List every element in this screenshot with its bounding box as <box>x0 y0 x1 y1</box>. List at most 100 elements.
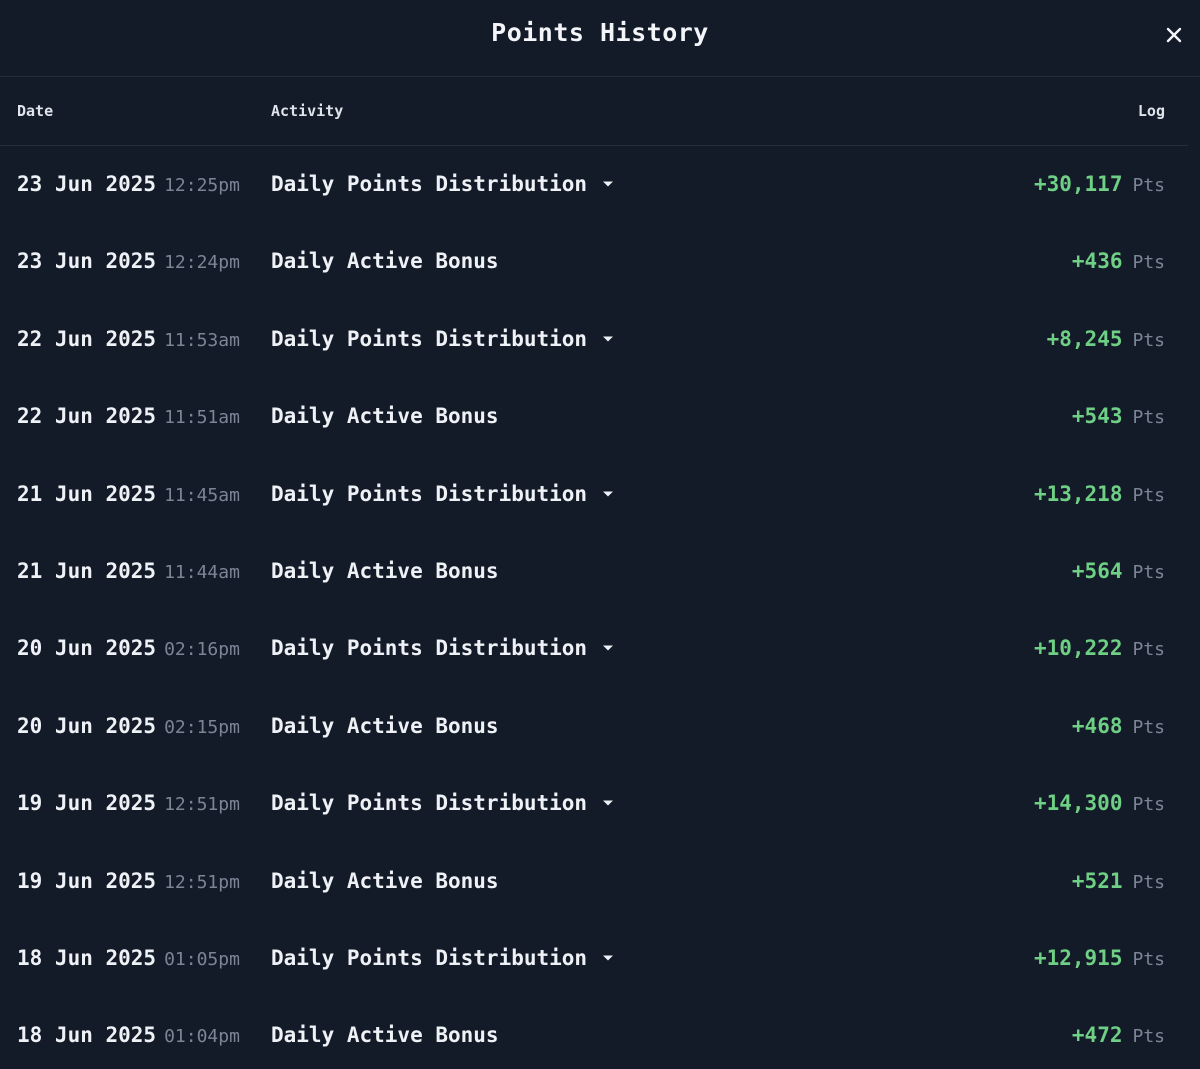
row-time: 12:51pm <box>164 871 240 893</box>
points-unit: Pts <box>1132 407 1165 429</box>
row-activity: Daily Active Bonus <box>271 868 499 893</box>
points-unit: Pts <box>1132 948 1165 970</box>
row-date: 23 Jun 2025 <box>17 172 157 196</box>
log-cell: +12,915 Pts <box>1034 946 1165 970</box>
row-date: 19 Jun 2025 <box>17 791 157 816</box>
points-amount: +14,300 <box>1033 791 1123 816</box>
points-unit: Pts <box>1132 175 1165 196</box>
date-cell: 21 Jun 2025 11:44am <box>17 559 240 583</box>
row-activity: Daily Active Bonus <box>271 713 499 738</box>
table-row[interactable]: 21 Jun 2025 11:45am Daily Points Distribut… <box>0 456 1188 533</box>
column-header-log: Log <box>1137 102 1165 120</box>
log-cell: +543 Pts <box>1072 404 1165 428</box>
points-unit: Pts <box>1132 252 1165 274</box>
log-cell: +521 Pts <box>1072 869 1165 893</box>
points-amount: +12,915 <box>1033 945 1123 970</box>
close-icon[interactable] <box>1160 21 1188 49</box>
activity-cell: Daily Points Distribution <box>271 172 615 196</box>
chevron-down-icon[interactable] <box>601 487 615 501</box>
row-time: 12:25pm <box>164 175 240 196</box>
table-row[interactable]: 19 Jun 2025 12:51pm Daily Points Distribut… <box>0 765 1188 842</box>
row-activity: Daily Points Distribution <box>271 172 588 196</box>
row-activity: Daily Points Distribution <box>271 945 588 970</box>
log-cell: +14,300 Pts <box>1034 791 1165 815</box>
row-date: 19 Jun 2025 <box>17 868 157 893</box>
log-cell: +30,117 Pts <box>1034 172 1165 196</box>
points-amount: +30,117 <box>1033 172 1123 196</box>
table-row[interactable]: 18 Jun 2025 01:05pm Daily Points Distribut… <box>0 920 1188 997</box>
date-cell: 19 Jun 2025 12:51pm <box>17 791 240 815</box>
row-time: 12:51pm <box>164 794 240 816</box>
date-cell: 23 Jun 2025 12:24pm <box>17 249 240 273</box>
row-date: 23 Jun 2025 <box>17 249 157 274</box>
log-cell: +10,222 Pts <box>1034 636 1165 660</box>
points-unit: Pts <box>1132 484 1165 506</box>
activity-cell: Daily Points Distribution <box>271 946 615 970</box>
row-date: 21 Jun 2025 <box>17 558 157 583</box>
chevron-down-icon[interactable] <box>601 796 615 810</box>
table-row: 19 Jun 2025 12:51pm Daily Active Bonus +521… <box>0 843 1188 920</box>
points-unit: Pts <box>1132 561 1165 583</box>
points-unit: Pts <box>1132 794 1165 816</box>
log-cell: +472 Pts <box>1072 1023 1165 1047</box>
date-cell: 20 Jun 2025 02:16pm <box>17 636 240 660</box>
row-date: 20 Jun 2025 <box>17 713 157 738</box>
chevron-down-icon[interactable] <box>601 177 615 191</box>
table-row[interactable]: 20 Jun 2025 02:16pm Daily Points Distribut… <box>0 610 1188 687</box>
points-amount: +13,218 <box>1033 481 1123 506</box>
date-cell: 18 Jun 2025 01:04pm <box>17 1023 240 1047</box>
table-row[interactable]: 22 Jun 2025 11:53am Daily Points Distribut… <box>0 301 1188 378</box>
table-row: 21 Jun 2025 11:44am Daily Active Bonus +564… <box>0 533 1188 610</box>
row-date: 22 Jun 2025 <box>17 404 157 429</box>
points-unit: Pts <box>1132 716 1165 738</box>
activity-cell: Daily Points Distribution <box>271 482 615 506</box>
log-cell: +564 Pts <box>1072 559 1165 583</box>
activity-cell: Daily Active Bonus <box>271 869 499 893</box>
row-date: 20 Jun 2025 <box>17 636 157 661</box>
activity-cell: Daily Active Bonus <box>271 1023 499 1047</box>
activity-cell: Daily Points Distribution <box>271 636 615 660</box>
row-date: 18 Jun 2025 <box>17 1023 157 1048</box>
row-time: 02:16pm <box>164 639 240 661</box>
row-time: 11:45am <box>164 484 240 506</box>
date-cell: 18 Jun 2025 01:05pm <box>17 946 240 970</box>
activity-cell: Daily Active Bonus <box>271 404 499 428</box>
row-activity: Daily Active Bonus <box>271 404 499 429</box>
points-amount: +468 <box>1071 713 1123 738</box>
log-cell: +13,218 Pts <box>1034 482 1165 506</box>
row-time: 11:44am <box>164 561 240 583</box>
chevron-down-icon[interactable] <box>601 641 615 655</box>
chevron-down-icon[interactable] <box>601 951 615 965</box>
activity-cell: Daily Active Bonus <box>271 559 499 583</box>
points-amount: +8,245 <box>1046 326 1123 351</box>
activity-cell: Daily Points Distribution <box>271 791 615 815</box>
log-cell: +8,245 Pts <box>1047 327 1165 351</box>
activity-cell: Daily Active Bonus <box>271 714 499 738</box>
points-unit: Pts <box>1132 1026 1165 1048</box>
row-time: 12:24pm <box>164 252 240 274</box>
date-cell: 22 Jun 2025 11:51am <box>17 404 240 428</box>
column-header-activity: Activity <box>271 102 344 120</box>
points-unit: Pts <box>1132 871 1165 893</box>
log-cell: +436 Pts <box>1072 249 1165 273</box>
points-unit: Pts <box>1132 639 1165 661</box>
points-history-table: Date Activity Log 23 Jun 2025 12:25pm Dail… <box>0 77 1188 1069</box>
row-time: 11:53am <box>164 329 240 351</box>
column-header-date: Date <box>17 102 54 120</box>
table-row[interactable]: 23 Jun 2025 12:25pm Daily Points Distribut… <box>0 146 1188 223</box>
row-activity: Daily Active Bonus <box>271 1023 499 1048</box>
modal-title: Points History <box>491 18 709 47</box>
chevron-down-icon[interactable] <box>601 332 615 346</box>
activity-cell: Daily Points Distribution <box>271 327 615 351</box>
row-time: 11:51am <box>164 407 240 429</box>
date-cell: 20 Jun 2025 02:15pm <box>17 714 240 738</box>
modal-header: Points History <box>0 0 1200 77</box>
row-date: 21 Jun 2025 <box>17 481 157 506</box>
date-cell: 22 Jun 2025 11:53am <box>17 327 240 351</box>
activity-cell: Daily Active Bonus <box>271 249 499 273</box>
row-time: 01:04pm <box>164 1026 240 1048</box>
table-header: Date Activity Log <box>0 77 1188 146</box>
log-cell: +468 Pts <box>1072 714 1165 738</box>
points-unit: Pts <box>1132 329 1165 351</box>
table-row: 20 Jun 2025 02:15pm Daily Active Bonus +468… <box>0 688 1188 765</box>
